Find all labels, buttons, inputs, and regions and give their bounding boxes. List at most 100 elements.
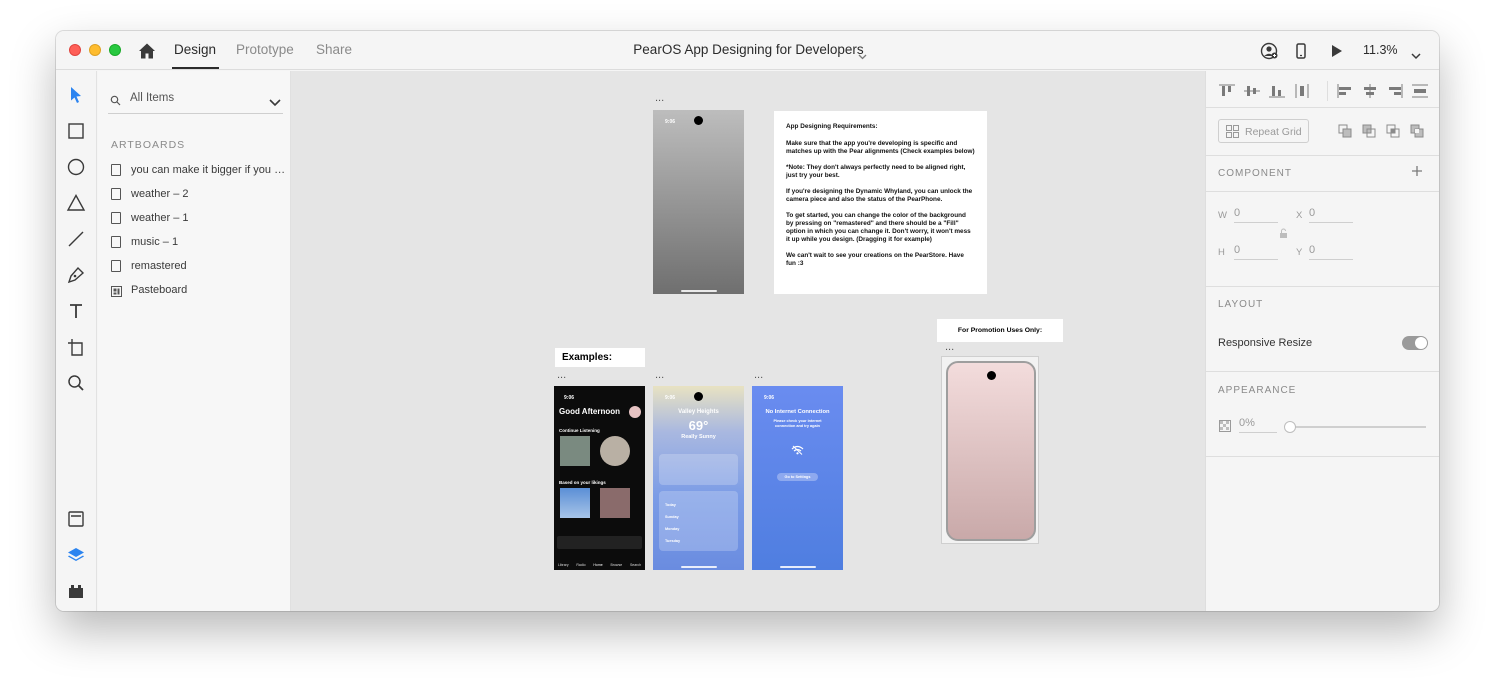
document-assets-icon[interactable] (66, 509, 86, 529)
boolean-intersect-icon[interactable] (1384, 123, 1402, 139)
align-top-icon[interactable] (1218, 83, 1236, 99)
line-tool-icon[interactable] (66, 229, 86, 249)
opacity-slider-handle[interactable] (1284, 421, 1296, 433)
active-tab-indicator (172, 67, 219, 69)
divider (1206, 191, 1439, 192)
layer-item-artboard[interactable]: weather – 2 (111, 186, 286, 204)
artboard-remastered[interactable]: 9:06 (653, 110, 744, 294)
divider (1206, 155, 1439, 156)
home-icon[interactable] (137, 41, 157, 61)
tab-search[interactable]: Search (630, 563, 641, 567)
align-right-icon[interactable] (1386, 83, 1404, 99)
device-preview-icon[interactable] (1292, 42, 1310, 60)
artboard-more-icon[interactable]: ... (945, 342, 954, 353)
boolean-subtract-icon[interactable] (1360, 123, 1378, 139)
divider (1327, 81, 1328, 101)
artboard-more-icon[interactable]: ... (655, 370, 664, 381)
search-icon (110, 93, 121, 111)
album-cover[interactable] (560, 436, 590, 466)
repeat-grid-button[interactable]: Repeat Grid (1218, 119, 1309, 143)
x-label: X (1296, 210, 1303, 221)
plugins-icon[interactable] (66, 581, 86, 601)
align-middle-icon[interactable] (1243, 83, 1261, 99)
select-tool-icon[interactable] (66, 85, 86, 105)
y-label: Y (1296, 247, 1303, 258)
divider (1206, 286, 1439, 287)
height-field[interactable]: 0 (1234, 244, 1278, 260)
play-preview-icon[interactable] (1327, 42, 1345, 60)
requirements-heading: App Designing Requirements: (786, 123, 878, 130)
rectangle-tool-icon[interactable] (66, 121, 86, 141)
artboard-weather-2[interactable]: 9:06 No Internet Connection Please check… (752, 386, 843, 570)
zoom-level[interactable]: 11.3% (1363, 43, 1398, 57)
layers-search[interactable]: All Items (108, 88, 283, 114)
polygon-tool-icon[interactable] (66, 193, 86, 213)
artboard-more-icon[interactable]: ... (754, 370, 763, 381)
go-to-settings-button[interactable]: Go to Settings (777, 473, 818, 481)
minimize-window-button[interactable] (89, 44, 101, 56)
artboard-more-icon[interactable]: ... (557, 370, 566, 381)
layer-item-artboard[interactable]: you can make it bigger if you want (111, 162, 286, 180)
tab-prototype[interactable]: Prototype (236, 42, 294, 57)
design-canvas[interactable]: ... 9:06 App Designing Requirements: Mak… (291, 71, 1205, 611)
hourly-forecast[interactable] (659, 454, 738, 485)
layer-item-label: weather – 1 (131, 212, 189, 224)
layer-item-artboard[interactable]: weather – 1 (111, 210, 286, 228)
zoom-chevron-down-icon[interactable] (1411, 47, 1421, 65)
x-field[interactable]: 0 (1309, 207, 1353, 223)
artboard-music-1[interactable]: 9:06 Good Afternoon Continue Listening B… (554, 386, 645, 570)
chevron-down-icon[interactable] (858, 47, 867, 65)
close-window-button[interactable] (69, 44, 81, 56)
tab-home[interactable]: Home (593, 563, 602, 567)
artist-cover[interactable] (600, 436, 630, 466)
boolean-exclude-icon[interactable] (1408, 123, 1426, 139)
zoom-tool-icon[interactable] (66, 373, 86, 393)
tab-library[interactable]: Library (558, 563, 569, 567)
chevron-down-icon[interactable] (269, 94, 281, 112)
boolean-add-icon[interactable] (1336, 123, 1354, 139)
width-field[interactable]: 0 (1234, 207, 1278, 223)
requirements-paragraph: We can't wait to see your creations on t… (786, 252, 964, 267)
text-tool-icon[interactable] (66, 301, 86, 321)
artboard-more-icon[interactable]: ... (655, 93, 664, 104)
requirements-card[interactable]: App Designing Requirements: Make sure th… (774, 111, 987, 294)
tab-browse[interactable]: Browse (610, 563, 622, 567)
lock-aspect-icon[interactable] (1279, 226, 1288, 244)
align-left-icon[interactable] (1336, 83, 1354, 99)
mini-player[interactable] (557, 536, 642, 549)
artboard-icon (111, 260, 121, 272)
align-center-icon[interactable] (1361, 83, 1379, 99)
forecast-day: Sunday (665, 515, 679, 519)
invite-user-icon[interactable] (1260, 42, 1278, 60)
promo-phone-mockup (946, 361, 1036, 541)
y-field[interactable]: 0 (1309, 244, 1353, 260)
distribute-vertical-icon[interactable] (1411, 83, 1429, 99)
zoom-window-button[interactable] (109, 44, 121, 56)
responsive-resize-toggle[interactable] (1402, 336, 1428, 350)
document-title[interactable]: PearOS App Designing for Developers (616, 42, 881, 57)
pen-tool-icon[interactable] (66, 265, 86, 285)
add-component-icon[interactable] (1411, 164, 1423, 182)
artboard-promotion[interactable] (941, 356, 1039, 544)
tab-share[interactable]: Share (316, 42, 352, 57)
opacity-field[interactable]: 0% (1239, 417, 1277, 433)
opacity-slider-track[interactable] (1290, 426, 1426, 428)
align-bottom-icon[interactable] (1268, 83, 1286, 99)
layer-item-artboard[interactable]: remastered (111, 258, 286, 276)
tab-design[interactable]: Design (174, 42, 216, 57)
album-cover[interactable] (560, 488, 590, 518)
ellipse-tool-icon[interactable] (66, 157, 86, 177)
album-cover[interactable] (600, 488, 630, 518)
requirements-paragraph: *Note: They don't always perfectly need … (786, 164, 966, 179)
tab-radio[interactable]: Radio (576, 563, 585, 567)
promotion-label[interactable]: For Promotion Uses Only: (937, 319, 1063, 342)
layers-icon[interactable] (66, 545, 86, 565)
artboard-weather-1[interactable]: 9:06 Valley Heights 69° Really Sunny Tod… (653, 386, 744, 570)
layer-item-pasteboard[interactable]: Pasteboard (111, 282, 286, 300)
examples-label[interactable]: Examples: (555, 348, 645, 367)
search-filter-label: All Items (130, 92, 175, 104)
layer-item-artboard[interactable]: music – 1 (111, 234, 286, 252)
distribute-horizontal-icon[interactable] (1293, 83, 1311, 99)
app-window: Design Prototype Share PearOS App Design… (56, 31, 1439, 611)
artboard-tool-icon[interactable] (66, 337, 86, 357)
